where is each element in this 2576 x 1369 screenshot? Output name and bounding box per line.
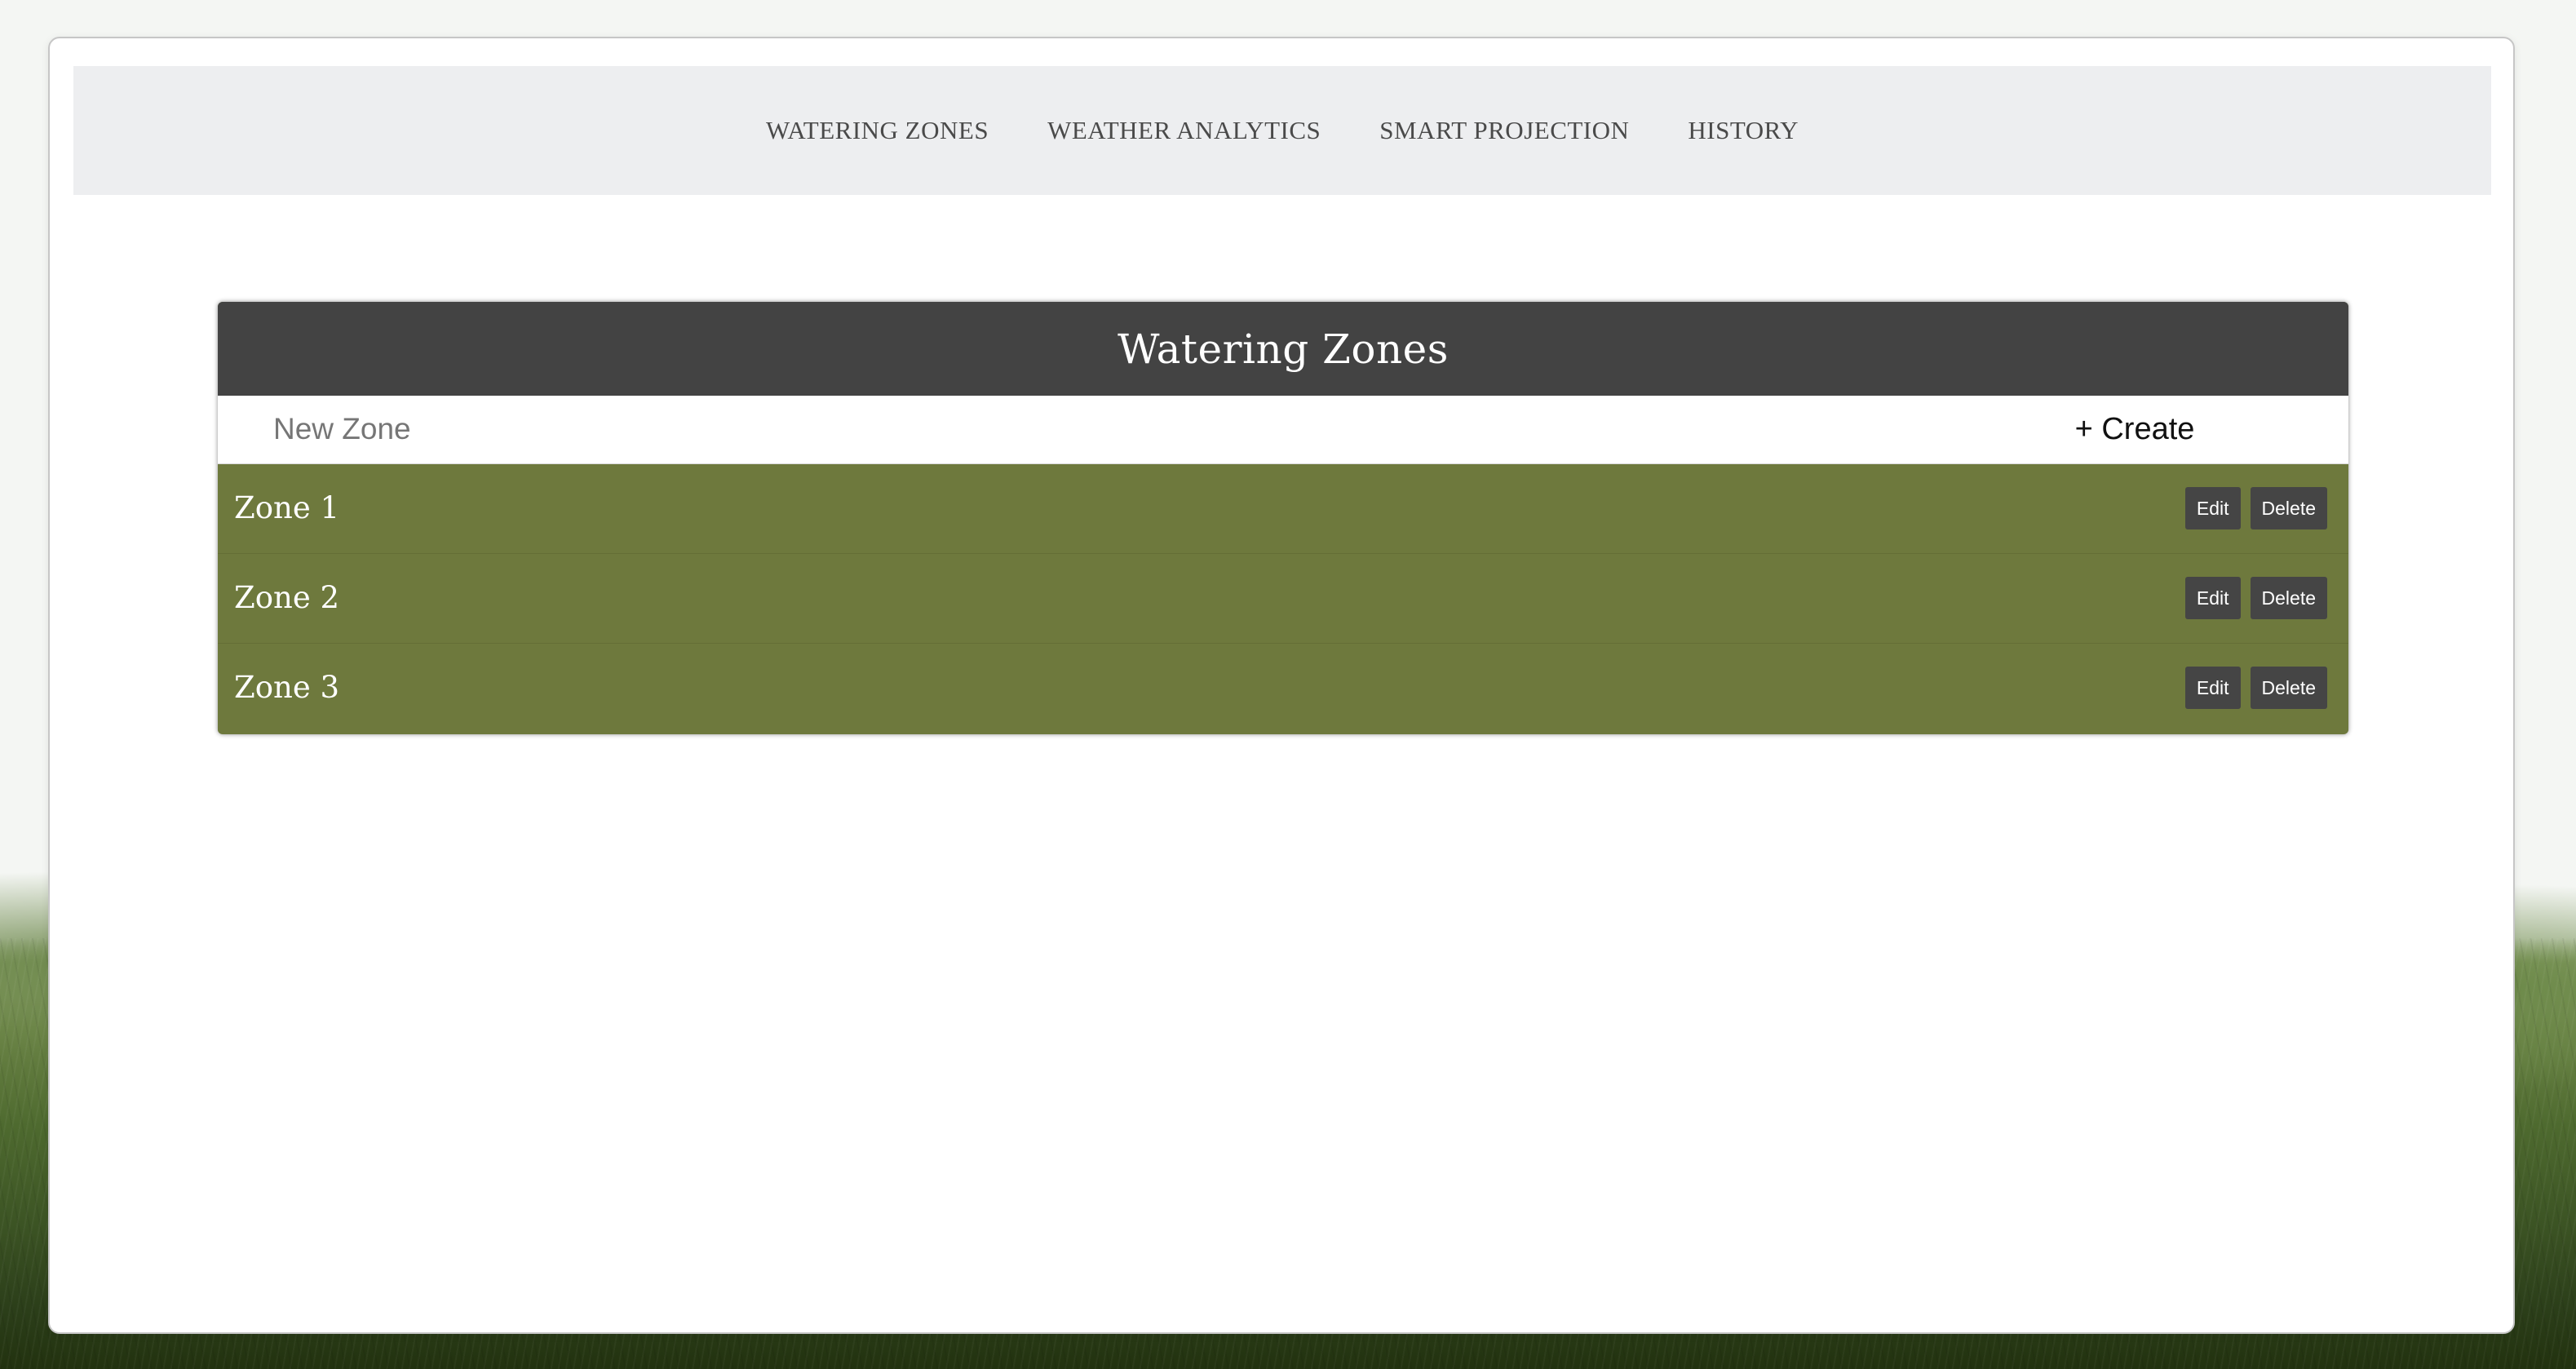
zone-name: Zone 2 [234, 580, 340, 615]
edit-zone-button[interactable]: Edit [2184, 667, 2241, 709]
zone-actions: Edit Delete [2175, 487, 2327, 529]
zone-actions: Edit Delete [2175, 667, 2327, 709]
new-zone-input[interactable] [263, 404, 2017, 454]
nav-watering-zones[interactable]: WATERING ZONES [766, 116, 989, 145]
nav-history[interactable]: HISTORY [1688, 116, 1799, 145]
zone-row: Zone 2 Edit Delete [218, 554, 2348, 644]
create-zone-row: + Create [218, 396, 2348, 464]
delete-zone-button[interactable]: Delete [2250, 487, 2327, 529]
edit-zone-button[interactable]: Edit [2184, 577, 2241, 619]
nav-smart-projection[interactable]: SMART PROJECTION [1379, 116, 1629, 145]
app-window: WATERING ZONES WEATHER ANALYTICS SMART P… [48, 37, 2515, 1334]
delete-zone-button[interactable]: Delete [2250, 577, 2327, 619]
delete-zone-button[interactable]: Delete [2250, 667, 2327, 709]
zone-list: Zone 1 Edit Delete Zone 2 Edit Delete Zo… [218, 464, 2348, 733]
create-zone-button[interactable]: + Create [2029, 404, 2241, 454]
zone-row: Zone 1 Edit Delete [218, 464, 2348, 554]
panel-header: Watering Zones [218, 302, 2348, 396]
zone-row: Zone 3 Edit Delete [218, 644, 2348, 733]
edit-zone-button[interactable]: Edit [2184, 487, 2241, 529]
panel-title: Watering Zones [1118, 325, 1449, 373]
zone-actions: Edit Delete [2175, 577, 2327, 619]
top-navigation: WATERING ZONES WEATHER ANALYTICS SMART P… [73, 66, 2491, 195]
nav-weather-analytics[interactable]: WEATHER ANALYTICS [1047, 116, 1321, 145]
watering-zones-panel: Watering Zones + Create Zone 1 Edit Dele… [218, 302, 2348, 734]
zone-name: Zone 3 [234, 670, 340, 705]
zone-name: Zone 1 [234, 490, 340, 525]
